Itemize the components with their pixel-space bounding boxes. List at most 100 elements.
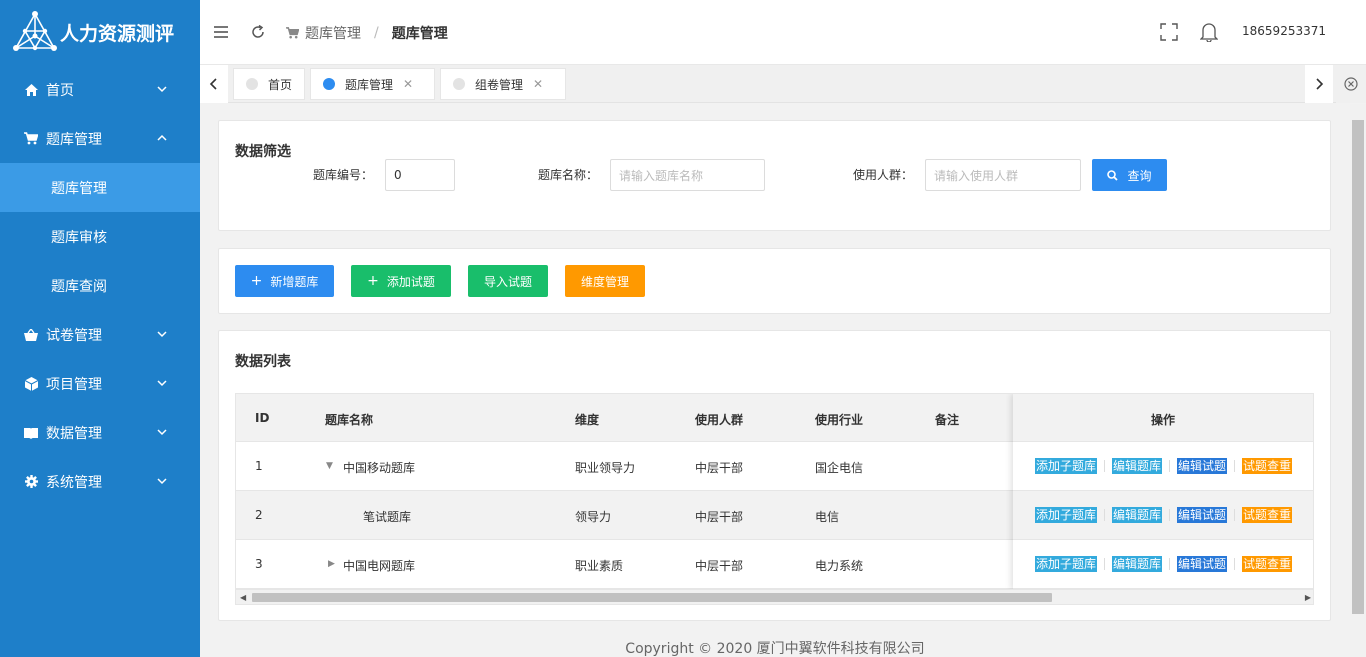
breadcrumb: 题库管理 / 题库管理 [286, 23, 448, 43]
tab-bar: 首页 题库管理 ✕ 组卷管理 ✕ [200, 65, 1366, 103]
sidebar-item-system[interactable]: 系统管理 [0, 457, 200, 506]
footer-copyright: Copyright © 2020 厦门中翼软件科技有限公司 [625, 641, 925, 657]
add-sub-bank-link[interactable]: 添加子题库 [1035, 507, 1098, 523]
breadcrumb-current: 题库管理 [391, 26, 448, 42]
edit-bank-link[interactable]: 编辑题库 [1112, 458, 1163, 474]
add-bank-button[interactable]: + 新增题库 [235, 265, 334, 297]
add-sub-bank-link[interactable]: 添加子题库 [1035, 458, 1098, 474]
search-button[interactable]: 查询 [1092, 159, 1167, 191]
breadcrumb-item[interactable]: 题库管理 [305, 23, 361, 43]
menu-icon[interactable] [213, 24, 229, 40]
sidebar-item-project[interactable]: 项目管理 [0, 359, 200, 408]
tab-label: 题库管理 [345, 77, 394, 92]
cell-id: 2 [255, 508, 263, 522]
sidebar-item-label: 首页 [46, 82, 74, 99]
sidebar-item-paper[interactable]: 试卷管理 [0, 310, 200, 359]
horizontal-scrollbar[interactable]: ◀ ▶ [236, 589, 1313, 604]
sidebar-subitem-bank-browse[interactable]: 题库查阅 [0, 261, 200, 310]
edit-question-link[interactable]: 编辑试题 [1177, 507, 1228, 523]
actions-fixed-column: 操作 添加子题库 编辑题库 编辑试题 试题查重 添加子题库 编辑题库 编辑试题 … [1013, 394, 1313, 590]
divider [1234, 558, 1236, 570]
toolbar-card: + 新增题库 + 添加试题 导入试题 维度管理 [218, 248, 1331, 314]
sidebar-item-home[interactable]: 首页 [0, 65, 200, 114]
cube-icon [24, 376, 38, 391]
caret-down-icon[interactable]: ▼ [326, 461, 333, 471]
tab-paper-assembly[interactable]: 组卷管理 ✕ [440, 68, 566, 100]
divider [1169, 558, 1171, 570]
add-question-button[interactable]: + 添加试题 [351, 265, 451, 297]
tab-scroll-right[interactable] [1305, 65, 1333, 103]
cell-dimension: 职业领导力 [575, 461, 636, 475]
actions-cell: 添加子题库 编辑题库 编辑试题 试题查重 [1013, 540, 1313, 589]
crowd-input[interactable]: 请输入使用人群 [925, 159, 1081, 191]
dedupe-link[interactable]: 试题查重 [1242, 458, 1293, 474]
chevron-up-icon [157, 134, 167, 141]
tab-label: 首页 [268, 77, 293, 92]
logo: 人力资源测评 [0, 0, 200, 65]
edit-bank-link[interactable]: 编辑题库 [1112, 556, 1163, 572]
logo-icon [13, 10, 57, 51]
bank-name-label: 题库名称： [538, 168, 599, 182]
fullscreen-icon[interactable] [1160, 23, 1178, 41]
tab-question-bank[interactable]: 题库管理 ✕ [310, 68, 435, 100]
tab-label: 组卷管理 [475, 77, 524, 92]
cell-crowd: 中层干部 [695, 461, 744, 475]
user-account[interactable]: 18659253371 [1242, 24, 1326, 38]
sidebar-item-label: 题库管理 [46, 131, 102, 148]
divider [1234, 460, 1236, 472]
sidebar-subitem-bank-review[interactable]: 题库审核 [0, 212, 200, 261]
cell-crowd: 中层干部 [695, 559, 744, 573]
data-list-card: 数据列表 ID 题库名称 维度 使用人群 使用行业 备注 1 ▼ 中国移动题库 … [218, 330, 1331, 621]
vertical-scrollbar[interactable] [1350, 104, 1366, 657]
data-list-title: 数据列表 [235, 354, 291, 370]
tab-close-all[interactable] [1336, 65, 1366, 103]
dedupe-link[interactable]: 试题查重 [1242, 556, 1293, 572]
breadcrumb-separator: / [374, 25, 379, 41]
cell-name: 笔试题库 [363, 510, 412, 524]
cart-icon [24, 132, 38, 146]
divider [1169, 460, 1171, 472]
sidebar-item-question-bank[interactable]: 题库管理 [0, 114, 200, 163]
scrollbar-thumb[interactable] [252, 593, 1052, 602]
close-icon[interactable]: ✕ [403, 77, 413, 91]
edit-bank-link[interactable]: 编辑题库 [1112, 507, 1163, 523]
tab-home[interactable]: 首页 [233, 68, 305, 100]
column-header: 操作 [1013, 394, 1313, 442]
dimension-manage-button[interactable]: 维度管理 [565, 265, 645, 297]
chevron-right-icon [1316, 78, 1324, 90]
chevron-down-icon [157, 86, 167, 93]
tab-scroll-left[interactable] [200, 65, 228, 103]
scrollbar-thumb[interactable] [1352, 120, 1364, 614]
bank-id-input[interactable]: 0 [385, 159, 455, 191]
sidebar-item-label: 试卷管理 [46, 327, 102, 344]
sidebar-subitem-question-bank[interactable]: 题库管理 [0, 163, 200, 212]
cell-name: 中国移动题库 [343, 461, 416, 475]
data-table: ID 题库名称 维度 使用人群 使用行业 备注 1 ▼ 中国移动题库 职业领导力… [235, 393, 1314, 605]
edit-question-link[interactable]: 编辑试题 [1177, 556, 1228, 572]
scroll-right-arrow-icon[interactable]: ▶ [1305, 593, 1311, 602]
refresh-icon[interactable] [250, 24, 266, 40]
column-header: ID [255, 411, 270, 425]
edit-question-link[interactable]: 编辑试题 [1177, 458, 1228, 474]
cell-dimension: 职业素质 [575, 559, 624, 573]
bank-name-input[interactable]: 请输入题库名称 [610, 159, 765, 191]
dedupe-link[interactable]: 试题查重 [1242, 507, 1293, 523]
chevron-down-icon [157, 331, 167, 338]
filter-card: 数据筛选 题库编号： 0 题库名称： 请输入题库名称 使用人群： 请输入使用人群… [218, 120, 1331, 231]
cell-id: 3 [255, 557, 263, 571]
crowd-label: 使用人群： [853, 168, 914, 182]
caret-right-icon[interactable]: ▶ [328, 559, 335, 569]
divider [1169, 509, 1171, 521]
bell-icon[interactable] [1200, 22, 1218, 42]
chevron-down-icon [157, 478, 167, 485]
filter-title: 数据筛选 [235, 144, 291, 160]
sidebar-item-data[interactable]: 数据管理 [0, 408, 200, 457]
search-button-label: 查询 [1127, 168, 1152, 183]
import-question-button[interactable]: 导入试题 [468, 265, 548, 297]
close-icon[interactable]: ✕ [533, 77, 543, 91]
add-sub-bank-link[interactable]: 添加子题库 [1035, 556, 1098, 572]
cell-id: 1 [255, 459, 263, 473]
basket-icon [24, 328, 38, 342]
sidebar: 人力资源测评 首页 题库管理 题库管理 题库审核 题库查阅 试卷管理 项目管理 [0, 0, 200, 657]
scroll-left-arrow-icon[interactable]: ◀ [240, 593, 246, 602]
